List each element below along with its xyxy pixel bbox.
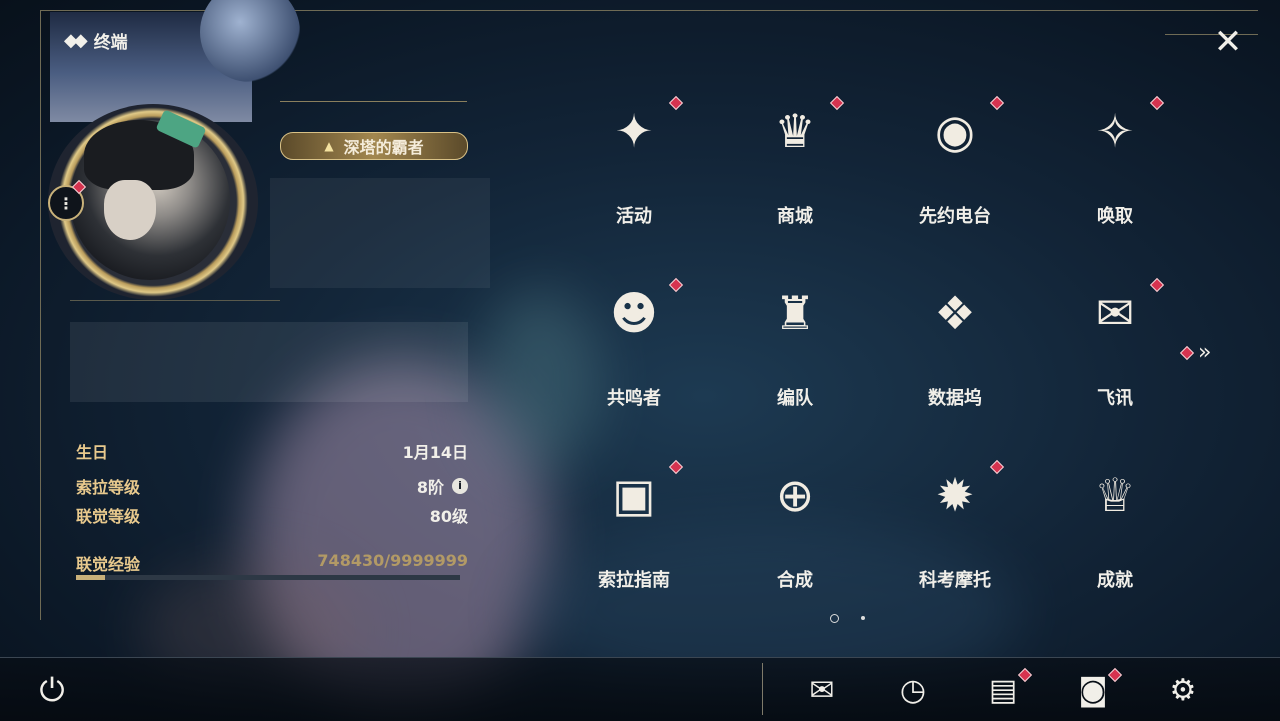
menu-item-guide[interactable]: ▣ 索拉指南 [565, 452, 703, 592]
stat-value: 1月14日 [402, 442, 468, 462]
cart-icon: ♛ [774, 104, 816, 158]
double-chevron-right-icon: » [1198, 340, 1212, 365]
menu-item-label: 商城 [777, 206, 813, 227]
page-title: 终端 [93, 33, 128, 53]
divider [280, 101, 467, 102]
menu-item-synthesis[interactable]: ⊕ 合成 [726, 452, 864, 592]
notes-icon: ▤ [988, 672, 1018, 708]
vertical-dots-icon: ⋮ [58, 193, 74, 213]
menu-item-label: 飞讯 [1097, 388, 1133, 409]
mail-icon: ✉ [809, 672, 835, 708]
trophy-icon: ♕ [1094, 468, 1136, 522]
notification-dot [989, 95, 1005, 111]
camera-button[interactable]: ◙ [1073, 672, 1113, 708]
info-icon[interactable]: i [452, 477, 468, 494]
warning-triangle-icon: ▲ [324, 139, 334, 153]
stat-row-world-level: 索拉等级 8阶 i [76, 471, 468, 500]
character-icon: ☻ [610, 286, 658, 340]
menu-item-label: 先约电台 [919, 206, 991, 227]
menu-item-databank[interactable]: ❖ 数据坞 [886, 270, 1024, 410]
message-icon: ✉ [1095, 286, 1135, 340]
feature-grid: ✦ 活动 ♛ 商城 ◉ 先约电台 ✧ 唤取 ☻ 共鸣者 ♜ 编队 ❖ 数据坞 ✉ 飞讯 ▣ 索拉指南 ⊕ 合成 ✹ 科考摩… [565, 88, 1205, 608]
close-button[interactable]: ✕ [1210, 22, 1246, 62]
menu-item-chess[interactable]: ♜ 编队 [726, 270, 864, 410]
gear-icon: ⚙ [1169, 672, 1197, 708]
stat-value: 8阶 [416, 477, 444, 497]
title-badge-label: 深塔的霸者 [343, 138, 424, 157]
notification-dot [1149, 277, 1165, 293]
stat-row-birthday: 生日 1月14日 [76, 436, 468, 465]
menu-item-label: 编队 [777, 388, 813, 409]
chess-icon: ♜ [774, 286, 816, 340]
stat-row-union-level: 联觉等级 80级 [76, 500, 468, 529]
guide-icon: ▣ [612, 468, 656, 522]
blurred-name-area [70, 322, 468, 402]
notes-button[interactable]: ▤ [983, 672, 1023, 708]
menu-item-compass-star[interactable]: ✧ 唤取 [1046, 88, 1184, 228]
menu-item-character[interactable]: ☻ 共鸣者 [565, 270, 703, 410]
menu-item-motorbike[interactable]: ✹ 科考摩托 [886, 452, 1024, 592]
notification-dot [668, 459, 684, 475]
title-badge[interactable]: ▲ 深塔的霸者 [280, 132, 468, 160]
notification-dot [1149, 95, 1165, 111]
divider [70, 300, 280, 301]
camera-icon: ◙ [1078, 672, 1108, 708]
menu-item-label: 索拉指南 [598, 570, 670, 591]
menu-item-radio[interactable]: ◉ 先约电台 [886, 88, 1024, 228]
menu-item-trophy[interactable]: ♕ 成就 [1046, 452, 1184, 592]
power-icon: ⏻ [39, 670, 65, 709]
settings-button[interactable]: ⚙ [1163, 672, 1203, 708]
experience-label: 联觉经验 [76, 555, 141, 574]
notification-dot [668, 95, 684, 111]
experience-section: 联觉经验 748430/9999999 [76, 551, 468, 575]
clock-icon: ◷ [899, 672, 927, 708]
notification-dot [668, 277, 684, 293]
stat-label: 索拉等级 [76, 477, 141, 497]
experience-progress-bar [76, 575, 460, 580]
menu-item-message[interactable]: ✉ 飞讯 [1046, 270, 1184, 410]
mail-button[interactable]: ✉ [802, 672, 842, 708]
stat-label: 联觉等级 [76, 506, 141, 526]
menu-item-sparkle[interactable]: ✦ 活动 [565, 88, 703, 228]
notification-dot [829, 95, 845, 111]
menu-item-label: 科考摩托 [919, 570, 991, 591]
next-page-button[interactable]: » [1179, 340, 1212, 365]
avatar-face [104, 180, 156, 240]
menu-item-label: 数据坞 [928, 388, 982, 409]
menu-item-label: 共鸣者 [607, 388, 661, 409]
synthesis-icon: ⊕ [775, 468, 815, 522]
stat-label: 生日 [76, 442, 109, 462]
experience-value: 748430/9999999 [317, 551, 468, 570]
compass-star-icon: ✧ [1095, 104, 1135, 158]
notification-dot [1179, 345, 1195, 360]
moon-image [200, 0, 300, 82]
divider [762, 663, 763, 715]
notification-dot [989, 459, 1005, 475]
diamond-cluster-icon: ◆◆ [64, 30, 88, 51]
radio-icon: ◉ [934, 104, 976, 158]
menu-item-label: 唤取 [1097, 206, 1133, 227]
power-button[interactable]: ⏻ [34, 670, 70, 709]
blurred-signature-area [270, 178, 490, 288]
menu-item-label: 合成 [777, 570, 813, 591]
frame-line [40, 10, 41, 620]
databank-icon: ❖ [934, 286, 976, 340]
menu-item-label: 成就 [1097, 570, 1133, 591]
pager-dot-active[interactable] [830, 614, 839, 623]
close-icon: ✕ [1213, 22, 1243, 62]
motorbike-icon: ✹ [935, 468, 975, 522]
menu-item-label: 活动 [616, 206, 652, 227]
clock-button[interactable]: ◷ [893, 672, 933, 708]
pager-dot[interactable] [861, 616, 865, 620]
sparkle-icon: ✦ [614, 104, 654, 158]
terminal-header: ◆◆ 终端 [64, 28, 128, 53]
stats-list: 生日 1月14日 索拉等级 8阶 i 联觉等级 80级 [76, 436, 468, 529]
menu-item-cart[interactable]: ♛ 商城 [726, 88, 864, 228]
stat-value: 80级 [429, 506, 468, 526]
experience-progress-fill [76, 575, 105, 580]
